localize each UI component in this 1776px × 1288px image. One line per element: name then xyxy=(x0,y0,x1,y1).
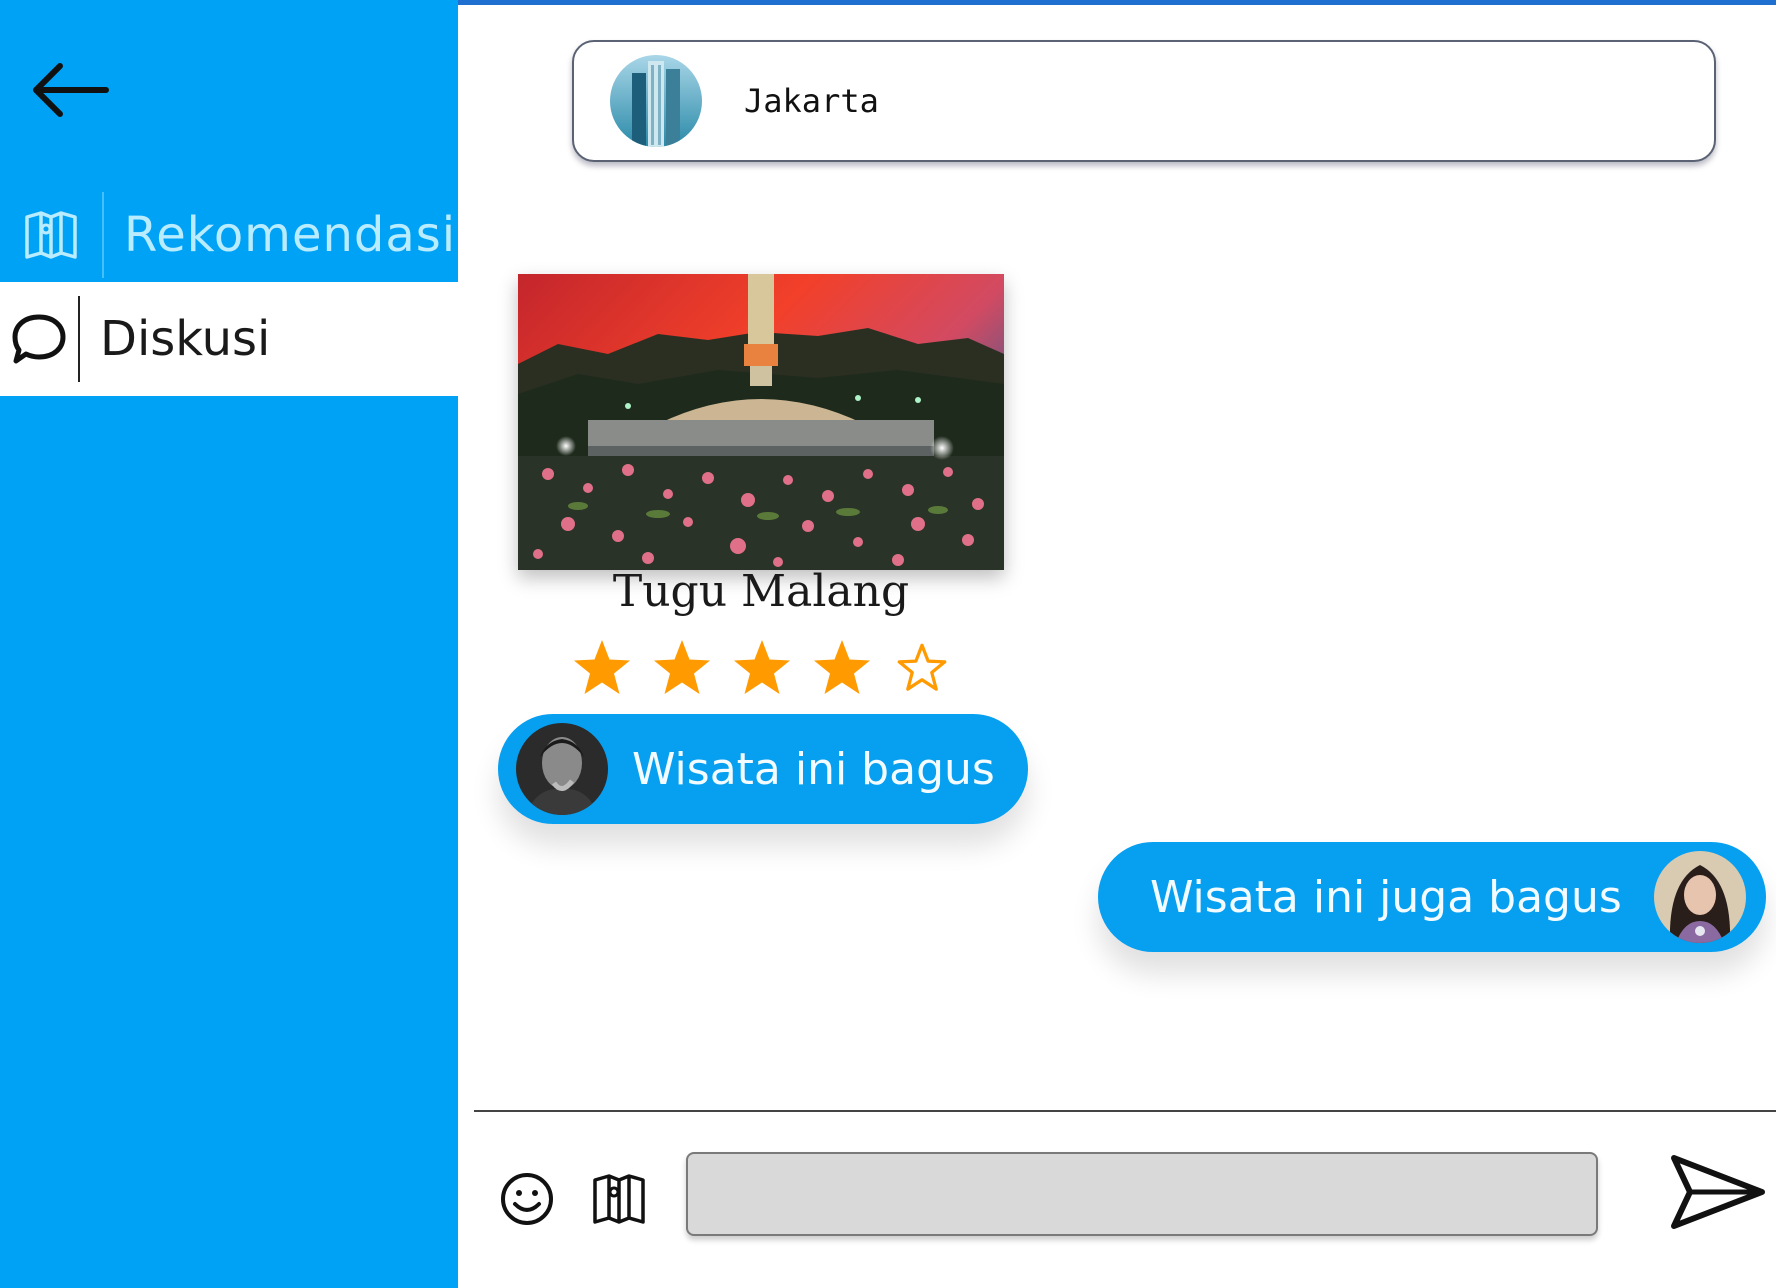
city-avatar xyxy=(610,55,702,147)
send-button[interactable] xyxy=(1668,1150,1768,1234)
map-icon xyxy=(593,1174,645,1224)
smiley-icon xyxy=(501,1173,553,1225)
message-text: Wisata ini bagus xyxy=(632,743,995,795)
map-button[interactable] xyxy=(590,1170,648,1228)
back-button[interactable] xyxy=(24,50,114,130)
send-icon xyxy=(1671,1155,1765,1229)
star-filled-icon xyxy=(574,640,630,694)
sidebar-item-label: Rekomendasi xyxy=(124,207,457,263)
chat-message-received[interactable]: Wisata ini bagus xyxy=(498,714,1028,824)
sidebar-item-diskusi[interactable]: Diskusi xyxy=(0,282,458,396)
sidebar-item-label: Diskusi xyxy=(100,311,271,367)
map-icon xyxy=(25,211,77,259)
sidebar-item-rekomendasi[interactable]: Rekomendasi xyxy=(0,190,458,280)
sidebar: Rekomendasi Diskusi xyxy=(0,0,458,1288)
woman-avatar xyxy=(1654,851,1746,943)
message-text: Wisata ini juga bagus xyxy=(1150,871,1622,923)
chat-bubble-icon xyxy=(12,314,66,364)
emoji-button[interactable] xyxy=(498,1170,556,1228)
message-input[interactable] xyxy=(686,1152,1598,1236)
city-name: Jakarta xyxy=(744,82,879,120)
man-avatar xyxy=(516,723,608,815)
star-filled-icon xyxy=(814,640,870,694)
arrow-left-icon xyxy=(33,63,109,117)
place-name: Tugu Malang xyxy=(612,566,910,617)
star-filled-icon xyxy=(654,640,710,694)
star-empty-icon xyxy=(897,643,947,691)
chat-header[interactable]: Jakarta xyxy=(572,40,1716,162)
top-accent-line xyxy=(458,0,1776,5)
star-rating xyxy=(570,636,960,700)
chat-message-sent[interactable]: Wisata ini juga bagus xyxy=(1098,842,1766,952)
app-window: Rekomendasi Diskusi Jakarta Tugu Malang … xyxy=(0,0,1776,1288)
place-photo[interactable] xyxy=(518,274,1004,570)
star-filled-icon xyxy=(734,640,790,694)
composer-divider xyxy=(474,1110,1776,1112)
